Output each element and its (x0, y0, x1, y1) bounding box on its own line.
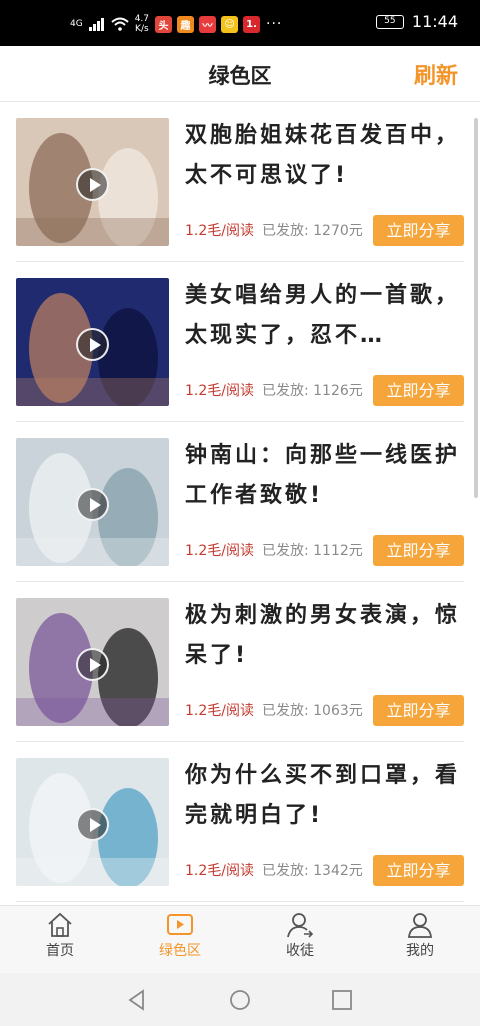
bottom-tab-bar: 首页 绿色区 收徒 我的 (0, 905, 480, 973)
list-item[interactable]: 美女唱给男人的一首歌，太现实了，忍不… 1.2毛/阅读 已发放: 1126元 立即分享 (16, 262, 464, 422)
more-notifications: ··· (266, 16, 283, 32)
app-icon-yellow: ☺ (221, 15, 239, 33)
play-icon[interactable] (76, 648, 109, 681)
amount-paid: 已发放: 1342元 (261, 863, 363, 879)
notification-icons: 头趣〰 ☺ 1. (155, 15, 261, 33)
share-button[interactable]: 立即分享 (373, 695, 464, 726)
recents-icon[interactable] (331, 989, 353, 1011)
amount-paid: 已发放: 1126元 (261, 383, 363, 399)
page-title: 绿色区 (208, 64, 272, 88)
reward-rate: 1.2毛/阅读 (185, 543, 254, 559)
play-icon[interactable] (76, 328, 109, 361)
play-icon[interactable] (76, 168, 109, 201)
speed-unit: K/s (135, 24, 149, 34)
list-item[interactable]: 钟南山：向那些一线医护工作者致敬! 1.2毛/阅读 已发放: 1112元 立即分享 (16, 422, 464, 582)
speed-value: 4.7 (134, 14, 150, 24)
tab-label: 绿色区 (159, 943, 201, 959)
network-speed: 4.7 K/s (135, 14, 149, 34)
status-left: 4G 4.7 K/s 头趣〰 ☺ 1. ··· (70, 12, 282, 36)
list-item[interactable]: 你为什么买不到口罩，看完就明白了! 1.2毛/阅读 已发放: 1342元 立即分享 (16, 742, 464, 902)
article-title[interactable]: 双胞胎姐妹花百发百中，太不可思议了! (185, 116, 465, 196)
home-nav-icon[interactable] (229, 989, 251, 1011)
reward-rate: 1.2毛/阅读 (185, 703, 254, 719)
share-button[interactable]: 立即分享 (373, 215, 464, 246)
app-icon-red-1: 1. (243, 15, 261, 33)
profile-icon (360, 912, 480, 938)
wifi-icon (111, 17, 129, 31)
video-thumbnail[interactable] (16, 758, 169, 886)
app-icon-orange: 趣 (177, 15, 195, 33)
article-list[interactable]: 双胞胎姐妹花百发百中，太不可思议了! 1.2毛/阅读 已发放: 1270元 立即分享美… (0, 102, 480, 905)
video-thumbnail[interactable] (16, 438, 169, 566)
article-title[interactable]: 极为刺激的男女表演，惊呆了! (185, 596, 465, 676)
tab-recruit[interactable]: 收徒 (240, 906, 360, 973)
tab-profile[interactable]: 我的 (360, 906, 480, 973)
battery-icon: 55 (375, 14, 404, 29)
app-icon-chart: 〰 (199, 15, 217, 33)
amount-paid: 已发放: 1063元 (261, 703, 363, 719)
article-title[interactable]: 钟南山：向那些一线医护工作者致敬! (185, 436, 465, 516)
reward-rate: 1.2毛/阅读 (185, 863, 254, 879)
signal-icon (88, 17, 104, 31)
clock: 11:44 (411, 12, 458, 31)
article-title[interactable]: 美女唱给男人的一首歌，太现实了，忍不… (185, 276, 465, 356)
video-icon (120, 912, 240, 938)
share-button[interactable]: 立即分享 (373, 855, 464, 886)
video-thumbnail[interactable] (16, 118, 169, 246)
share-button[interactable]: 立即分享 (373, 375, 464, 406)
article-meta: 1.2毛/阅读 已发放: 1112元 (185, 540, 363, 560)
article-title[interactable]: 你为什么买不到口罩，看完就明白了! (185, 756, 465, 836)
reward-rate: 1.2毛/阅读 (185, 383, 254, 399)
share-button[interactable]: 立即分享 (373, 535, 464, 566)
article-meta: 1.2毛/阅读 已发放: 1126元 (185, 380, 363, 400)
scrollbar[interactable] (474, 118, 478, 498)
signal-indicator: 4G (70, 18, 83, 29)
system-nav-bar (0, 973, 480, 1026)
tab-label: 我的 (406, 943, 434, 959)
video-thumbnail[interactable] (16, 278, 169, 406)
tab-home[interactable]: 首页 (0, 906, 120, 973)
reward-rate: 1.2毛/阅读 (185, 223, 254, 239)
article-meta: 1.2毛/阅读 已发放: 1270元 (185, 220, 363, 240)
tab-label: 收徒 (286, 943, 314, 959)
status-right: 55 11:44 (375, 12, 458, 31)
app-icon-red: 头 (155, 15, 173, 33)
video-thumbnail[interactable] (16, 598, 169, 726)
list-item[interactable]: 极为刺激的男女表演，惊呆了! 1.2毛/阅读 已发放: 1063元 立即分享 (16, 582, 464, 742)
refresh-button[interactable]: 刷新 (414, 58, 458, 90)
amount-paid: 已发放: 1112元 (261, 543, 363, 559)
home-icon (0, 912, 120, 938)
article-meta: 1.2毛/阅读 已发放: 1063元 (185, 700, 363, 720)
article-meta: 1.2毛/阅读 已发放: 1342元 (185, 860, 363, 880)
play-icon[interactable] (76, 808, 109, 841)
list-item[interactable]: 双胞胎姐妹花百发百中，太不可思议了! 1.2毛/阅读 已发放: 1270元 立即分享 (16, 102, 464, 262)
status-bar: 4G 4.7 K/s 头趣〰 ☺ 1. ··· 55 11:44 (0, 0, 480, 46)
tab-video[interactable]: 绿色区 (120, 906, 240, 973)
amount-paid: 已发放: 1270元 (261, 223, 363, 239)
play-icon[interactable] (76, 488, 109, 521)
recruit-icon (240, 912, 360, 938)
back-icon[interactable] (126, 989, 148, 1011)
app-header: 绿色区 刷新 (0, 46, 480, 102)
tab-label: 首页 (46, 943, 74, 959)
